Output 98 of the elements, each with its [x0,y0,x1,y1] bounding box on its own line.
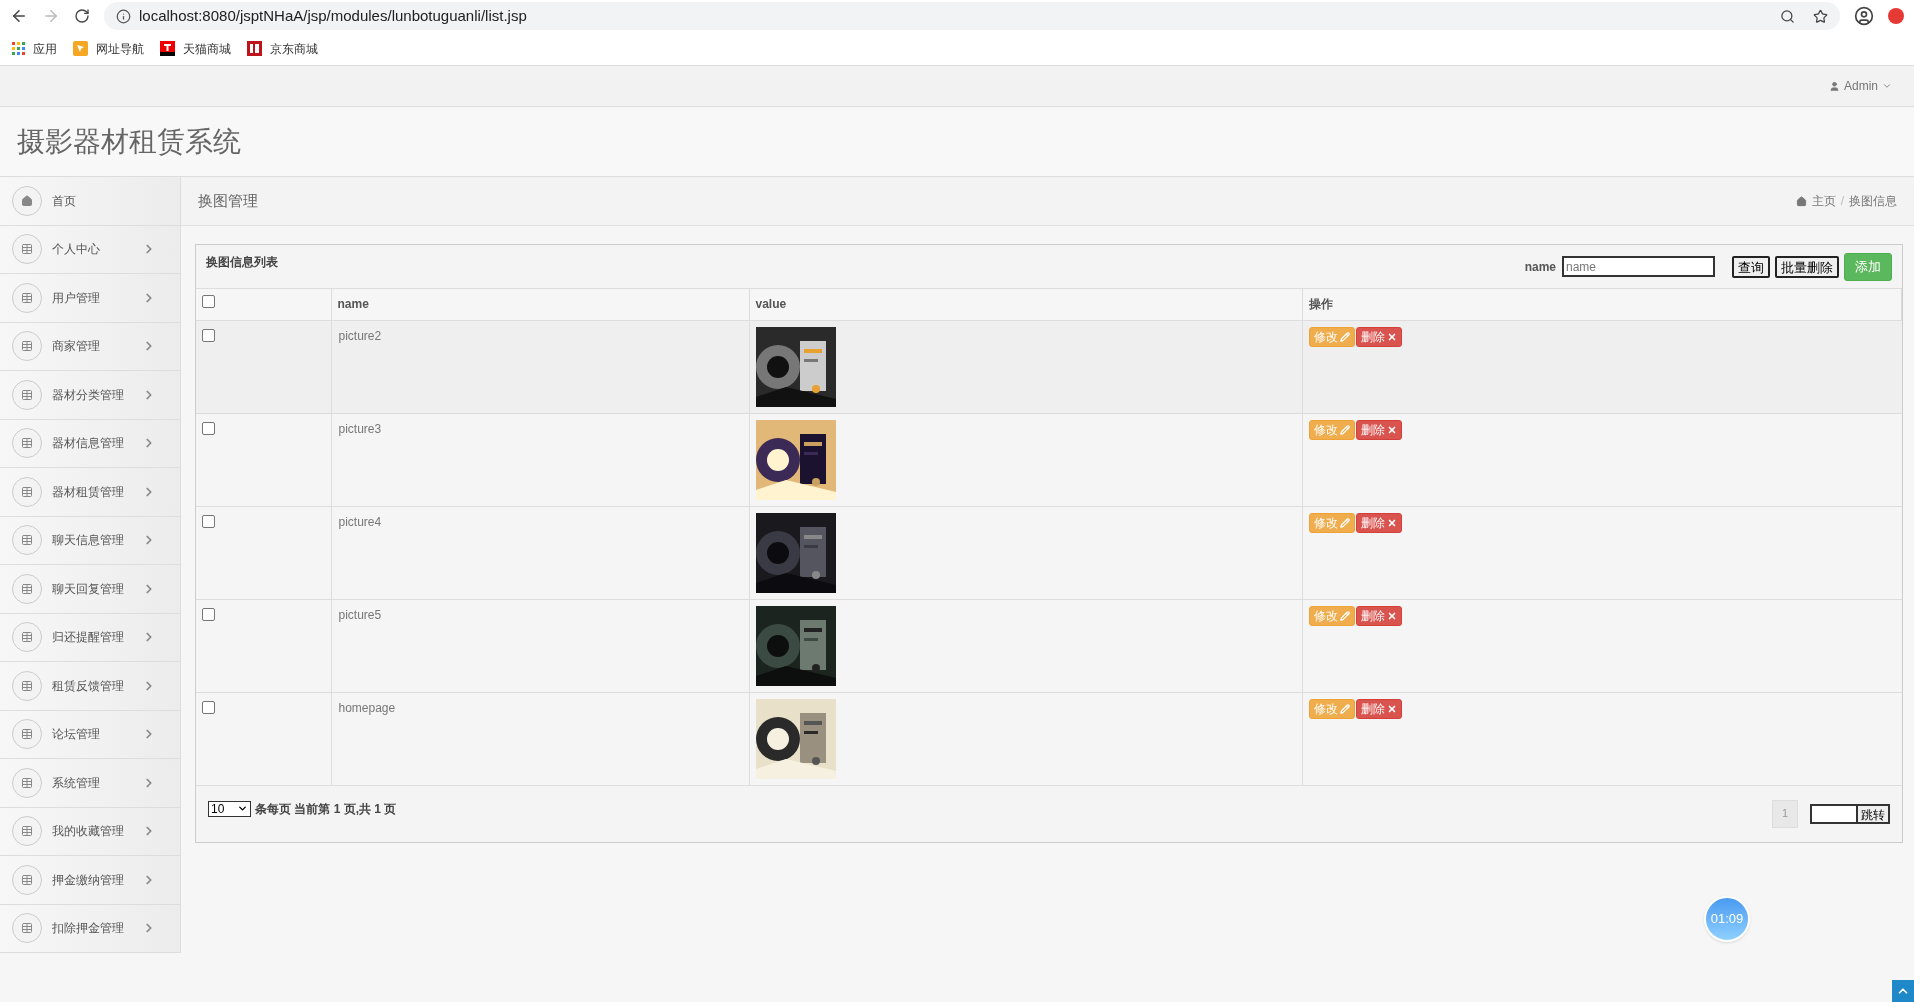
grid-icon [12,864,42,895]
table-cell: picture2 [338,328,382,343]
checkbox[interactable] [202,700,215,714]
home-icon [1795,195,1807,207]
sidebar-item[interactable]: 器材分类管理 [0,371,181,420]
user-icon [1829,80,1840,92]
sidebar-item[interactable]: 聊天信息管理 [0,516,181,565]
grid-icon [12,719,42,750]
bookmark-link[interactable]: 应用 [33,39,57,58]
table-cell: picture5 [338,607,382,622]
extension-icon[interactable] [1888,8,1904,24]
table-cell: picture3 [338,421,382,436]
sidebar-item[interactable]: 个人中心 [0,225,181,274]
grid-icon [12,913,42,944]
grid-icon [12,331,42,362]
breadcrumb-separator: / [1840,193,1844,210]
pencil-icon [1339,703,1350,714]
caret-icon [1882,81,1892,91]
delete-button[interactable]: 删除 [1355,512,1402,533]
column-header: name [337,297,369,312]
pencil-icon [1339,331,1350,342]
grid-icon [12,573,42,604]
sidebar-item[interactable]: 聊天回复管理 [0,565,181,614]
sidebar-item[interactable]: 论坛管理 [0,710,181,759]
jump-button[interactable]: 跳转 [1858,803,1890,824]
home-icon [12,185,42,216]
close-icon [1386,517,1397,528]
name-field[interactable]: name [1562,256,1715,277]
sidebar-item[interactable]: 商家管理 [0,322,181,371]
grid-icon [12,670,42,701]
grid-icon [12,622,42,653]
page-jump-field[interactable] [1810,803,1858,824]
sidebar-item[interactable]: 扣除押金管理 [0,904,181,953]
sidebar-item[interactable]: 器材租赁管理 [0,468,181,517]
bookmark-link[interactable]: 京东商城 [270,39,318,58]
scroll-top-button[interactable] [1892,980,1914,1002]
info-icon [116,8,131,24]
app-title: 摄影器材租赁系统 [17,124,241,159]
checkbox[interactable] [202,421,215,435]
grid-icon [12,234,42,265]
toolbar-button[interactable]: 查询 [1732,255,1770,278]
sidebar-item[interactable]: 我的收藏管理 [0,807,181,856]
timer-badge: 01:09 [1704,896,1750,942]
pencil-icon [1339,610,1350,621]
address-bar[interactable]: localhost:8080/jsptNHaA/jsp/modules/lunbotuguanli/list.jsp [104,2,1840,30]
close-icon [1386,703,1397,714]
pencil-icon [1339,517,1350,528]
tile-icon [160,41,175,56]
grid-icon [12,428,42,459]
bookmark-link[interactable]: 网址导航 [96,39,144,58]
user-menu[interactable]: Admin [1829,77,1892,95]
sidebar-item[interactable]: 用户管理 [0,274,181,323]
close-icon [1386,424,1397,435]
close-icon [1386,610,1397,621]
delete-button[interactable]: 删除 [1355,605,1402,626]
search-label: name [1524,258,1556,276]
sidebar-item[interactable]: 器材信息管理 [0,419,181,468]
sidebar-item[interactable]: 押金缴纳管理 [0,856,181,905]
grid-icon [12,816,42,847]
column-header: 操作 [1308,297,1333,312]
grid-icon [12,379,42,410]
checkbox[interactable] [202,295,215,309]
checkbox[interactable] [202,328,215,342]
page-size-select[interactable]: 10 [208,800,251,817]
star-icon[interactable] [1813,8,1828,24]
toolbar-button[interactable]: 批量删除 [1775,255,1839,278]
tile-icon [247,41,262,56]
caret-icon [237,803,248,814]
page-info: 条每页 当前第 1 页,共 1 页 [255,800,397,818]
grid-icon [12,282,42,313]
grid-icon [12,525,42,556]
url-text: localhost:8080/jsptNHaA/jsp/modules/lunbotuguanli/list.jsp [139,5,528,26]
grid-icon [12,476,42,507]
breadcrumb-link[interactable]: 主页 [1811,192,1836,210]
delete-button[interactable]: 删除 [1355,326,1402,347]
delete-button[interactable]: 删除 [1355,698,1402,719]
sidebar-item[interactable]: 租赁反馈管理 [0,662,181,711]
bookmark-link[interactable]: 天猫商城 [183,39,231,58]
page-title: 换图管理 [198,190,258,211]
sidebar-item[interactable]: 首页 [0,177,181,226]
apps-grid-icon [12,42,25,55]
table-cell: picture4 [338,514,382,529]
back-icon[interactable] [10,7,28,25]
column-header: value [755,297,787,312]
sidebar-item[interactable]: 系统管理 [0,759,181,808]
checkbox[interactable] [202,607,215,621]
search-icon[interactable] [1780,8,1795,24]
panel-title: 换图信息列表 [206,254,278,271]
profile-icon[interactable] [1854,6,1874,26]
reload-icon[interactable] [74,8,90,24]
pointer-icon [73,41,88,56]
sidebar-item[interactable]: 归还提醒管理 [0,613,181,662]
checkbox[interactable] [202,514,215,528]
table-cell: homepage [338,700,396,715]
grid-icon [12,767,42,798]
delete-button[interactable]: 删除 [1355,419,1402,440]
pencil-icon [1339,424,1350,435]
close-icon [1386,331,1397,342]
